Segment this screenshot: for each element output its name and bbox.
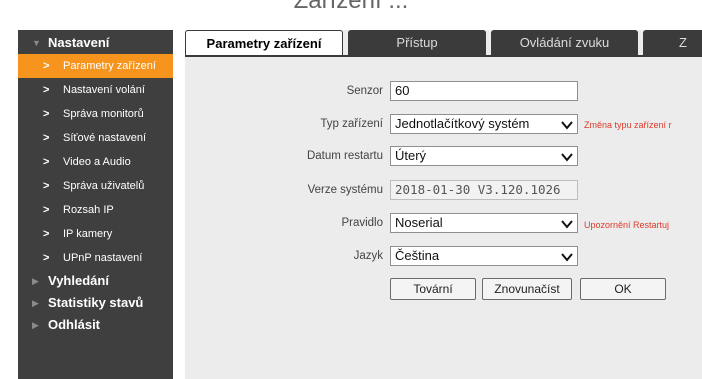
sidebar-section-label: Nastavení — [48, 35, 110, 50]
sidebar-item-ip-cameras[interactable]: > IP kamery — [18, 222, 173, 246]
device-type-label: Typ zařízení — [320, 118, 383, 130]
caption-text: Zařízení ... — [293, 0, 409, 14]
sidebar-item-ip-range[interactable]: > Rozsah IP — [18, 198, 173, 222]
tab-bar: Parametry zařízení Přístup Ovládání zvuk… — [185, 30, 702, 55]
sidebar-section-label: Vyhledání — [48, 273, 109, 288]
sidebar-item-video-audio[interactable]: > Video a Audio — [18, 150, 173, 174]
chevron-right-icon: > — [43, 84, 50, 96]
sidebar-section-status-statistics[interactable]: ▶ Statistiky stavů — [18, 292, 173, 314]
sidebar: ▼ Nastavení > Parametry zařízení > Nasta… — [18, 30, 173, 379]
sidebar-section-label: Statistiky stavů — [48, 295, 144, 310]
restart-date-value: Úterý — [395, 148, 427, 163]
reload-button[interactable]: Znovunačíst — [482, 278, 572, 300]
expanded-triangle-icon: ▼ — [32, 38, 41, 48]
system-version-field: 2018-01-30 V3.120.1026 — [390, 180, 578, 200]
sidebar-item-label: Síťové nastavení — [63, 132, 147, 144]
page-caption: Zařízení ... — [0, 0, 702, 22]
sensor-input[interactable]: 60 — [390, 81, 578, 101]
tab-access[interactable]: Přístup — [348, 30, 486, 55]
collapsed-triangle-icon: ▶ — [32, 298, 39, 308]
ok-button[interactable]: OK — [580, 278, 666, 300]
sidebar-item-network-settings[interactable]: > Síťové nastavení — [18, 126, 173, 150]
factory-reset-button[interactable]: Tovární — [390, 278, 476, 300]
sidebar-item-label: Správa uživatelů — [63, 180, 145, 192]
system-version-value: 2018-01-30 V3.120.1026 — [395, 182, 561, 197]
sidebar-item-label: Rozsah IP — [63, 204, 114, 216]
device-type-select[interactable]: Jednotlačítkový systém — [390, 114, 578, 134]
tab-device-parameters[interactable]: Parametry zařízení — [185, 30, 343, 55]
chevron-right-icon: > — [43, 60, 50, 72]
chevron-right-icon: > — [43, 132, 50, 144]
main-panel: Parametry zařízení Přístup Ovládání zvuk… — [185, 30, 702, 379]
rule-select[interactable]: Noserial — [390, 213, 578, 233]
collapsed-triangle-icon: ▶ — [32, 276, 39, 286]
device-type-warning: Změna typu zařízení r — [584, 120, 672, 130]
chevron-down-icon — [561, 220, 573, 229]
sensor-label: Senzor — [346, 85, 383, 97]
sidebar-section-settings[interactable]: ▼ Nastavení — [18, 32, 173, 54]
chevron-down-icon — [561, 121, 573, 130]
sensor-value: 60 — [395, 83, 410, 98]
sidebar-item-label: UPnP nastavení — [63, 252, 143, 264]
system-version-label: Verze systému — [307, 184, 383, 196]
collapsed-triangle-icon: ▶ — [32, 320, 39, 330]
tab-sound-control[interactable]: Ovládání zvuku — [491, 30, 638, 55]
sidebar-item-device-parameters[interactable]: > Parametry zařízení — [18, 54, 173, 78]
sidebar-item-label: Nastavení volání — [63, 84, 145, 96]
language-select[interactable]: Čeština — [390, 246, 578, 266]
chevron-right-icon: > — [43, 156, 50, 168]
chevron-right-icon: > — [43, 204, 50, 216]
sidebar-item-label: Parametry zařízení — [63, 60, 156, 72]
chevron-down-icon — [561, 153, 573, 162]
chevron-right-icon: > — [43, 252, 50, 264]
chevron-right-icon: > — [43, 108, 50, 120]
sidebar-section-logout[interactable]: ▶ Odhlásit — [18, 314, 173, 336]
restart-date-select[interactable]: Úterý — [390, 146, 578, 166]
device-type-value: Jednotlačítkový systém — [395, 116, 530, 131]
sidebar-section-label: Odhlásit — [48, 317, 101, 332]
language-value: Čeština — [395, 248, 440, 263]
tab-more[interactable]: Z — [643, 30, 702, 55]
sidebar-item-label: Správa monitorů — [63, 108, 144, 120]
sidebar-item-user-management[interactable]: > Správa uživatelů — [18, 174, 173, 198]
rule-value: Noserial — [395, 215, 443, 230]
sidebar-item-call-settings[interactable]: > Nastavení volání — [18, 78, 173, 102]
language-label: Jazyk — [353, 250, 383, 262]
chevron-right-icon: > — [43, 228, 50, 240]
sidebar-item-upnp-settings[interactable]: > UPnP nastavení — [18, 246, 173, 270]
rule-label: Pravidlo — [341, 217, 383, 229]
chevron-right-icon: > — [43, 180, 50, 192]
rule-warning: Upozornění Restartuj — [584, 220, 670, 230]
sidebar-item-monitor-management[interactable]: > Správa monitorů — [18, 102, 173, 126]
restart-date-label: Datum restartu — [306, 150, 383, 162]
sidebar-item-label: Video a Audio — [63, 156, 131, 168]
sidebar-section-search[interactable]: ▶ Vyhledání — [18, 270, 173, 292]
chevron-down-icon — [561, 253, 573, 262]
sidebar-item-label: IP kamery — [63, 228, 113, 240]
tab-divider — [185, 55, 702, 57]
